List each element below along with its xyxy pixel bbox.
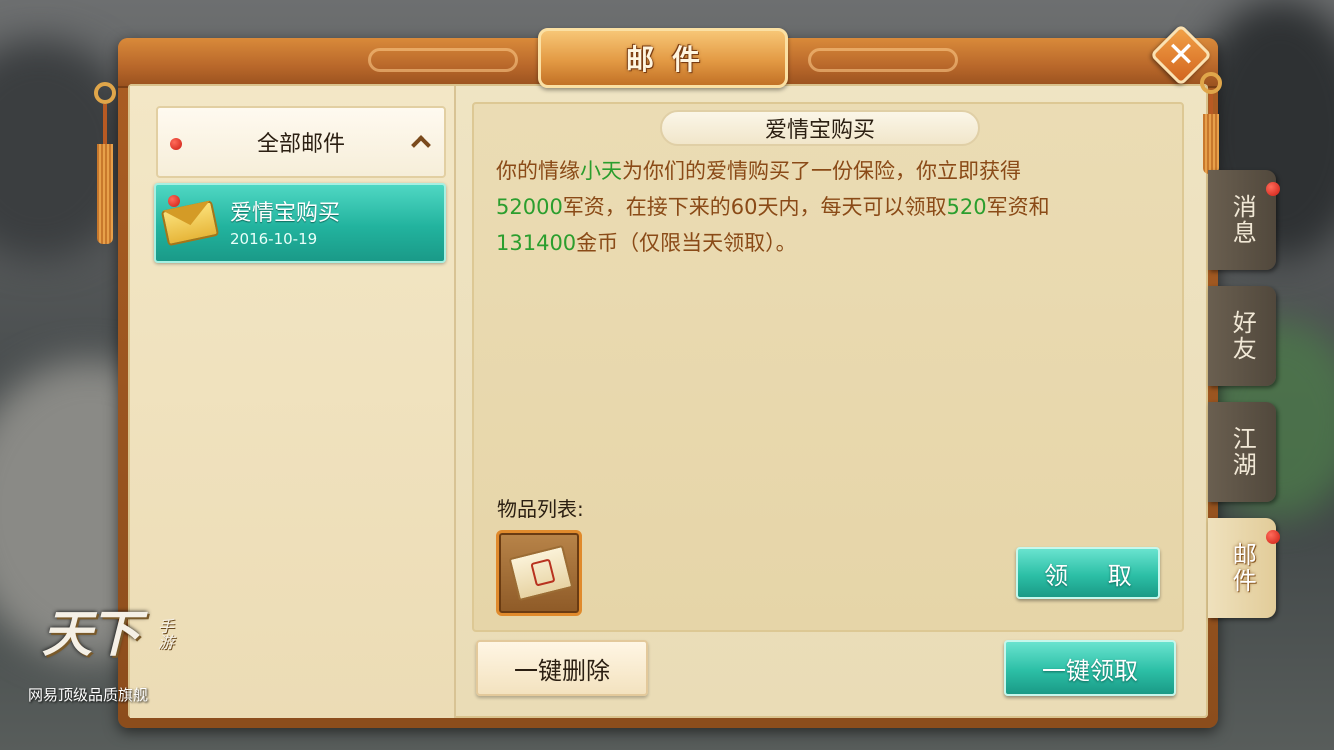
header-ornament xyxy=(368,48,518,72)
mail-subject: 爱情宝购买 xyxy=(764,118,875,143)
tassel-ornament xyxy=(1200,72,1222,174)
attachment-item-slot[interactable] xyxy=(496,530,582,616)
tab-friends[interactable]: 好友 xyxy=(1208,286,1276,386)
mail-item-date: 2016-10-19 xyxy=(230,230,318,248)
mail-body: 你的情缘小天为你们的爱情购买了一份保险，你立即获得 52000军资，在接下来的60… xyxy=(496,153,1166,261)
tab-jianghu[interactable]: 江湖 xyxy=(1208,402,1276,502)
logo-title: 天下 xyxy=(42,604,140,663)
header-ornament xyxy=(808,48,958,72)
all-mail-label: 全部邮件 xyxy=(256,132,345,157)
body-text-segment: 军资，在接下来的60天内，每天可以领取 xyxy=(562,195,947,219)
all-mail-filter[interactable]: 全部邮件 xyxy=(156,106,446,178)
body-text-segment: 军资和 xyxy=(986,195,1050,219)
tab-label: 消息 xyxy=(1228,194,1257,246)
body-text-segment: 你的情缘 xyxy=(496,159,580,183)
tab-mail[interactable]: 邮件 xyxy=(1208,518,1280,618)
game-logo: 天下 手游 网易顶级品质旗舰 xyxy=(22,590,182,710)
unread-badge xyxy=(1266,530,1280,544)
tab-label: 邮件 xyxy=(1228,542,1257,594)
reward-amount: 520 xyxy=(946,195,987,219)
delete-all-button[interactable]: 一键删除 xyxy=(476,640,648,696)
tab-label: 江湖 xyxy=(1228,426,1257,478)
tassel-ornament xyxy=(94,82,116,244)
items-list-label: 物品列表: xyxy=(497,497,584,521)
body-text-segment: 为你们的爱情购买了一份保险，你立即获得 xyxy=(622,159,1021,183)
military-fund-ticket-icon xyxy=(508,544,574,602)
tab-messages[interactable]: 消息 xyxy=(1208,170,1280,270)
logo-slogan: 网易顶级品质旗舰 xyxy=(28,686,149,704)
window-title-plaque: 邮件 xyxy=(538,28,788,88)
claim-button[interactable]: 领 取 xyxy=(1016,547,1160,599)
body-text-segment: 金币（仅限当天领取）。 xyxy=(576,231,797,255)
partner-name: 小天 xyxy=(580,159,622,183)
tab-label: 好友 xyxy=(1228,310,1257,362)
reward-amount: 52000 xyxy=(496,195,563,219)
unread-badge xyxy=(1266,182,1280,196)
close-button[interactable]: ✕ xyxy=(1149,23,1213,87)
claim-all-button[interactable]: 一键领取 xyxy=(1004,640,1176,696)
reward-amount: 131400 xyxy=(496,231,577,255)
unread-badge xyxy=(168,195,180,207)
window-title: 邮件 xyxy=(625,43,718,76)
mail-list-item[interactable]: 爱情宝购买 2016-10-19 xyxy=(154,183,446,263)
mail-item-title: 爱情宝购买 xyxy=(230,201,341,226)
mail-subject-plaque: 爱情宝购买 xyxy=(660,110,980,146)
close-icon: ✕ xyxy=(1166,35,1196,75)
logo-subtitle: 手游 xyxy=(155,618,174,650)
